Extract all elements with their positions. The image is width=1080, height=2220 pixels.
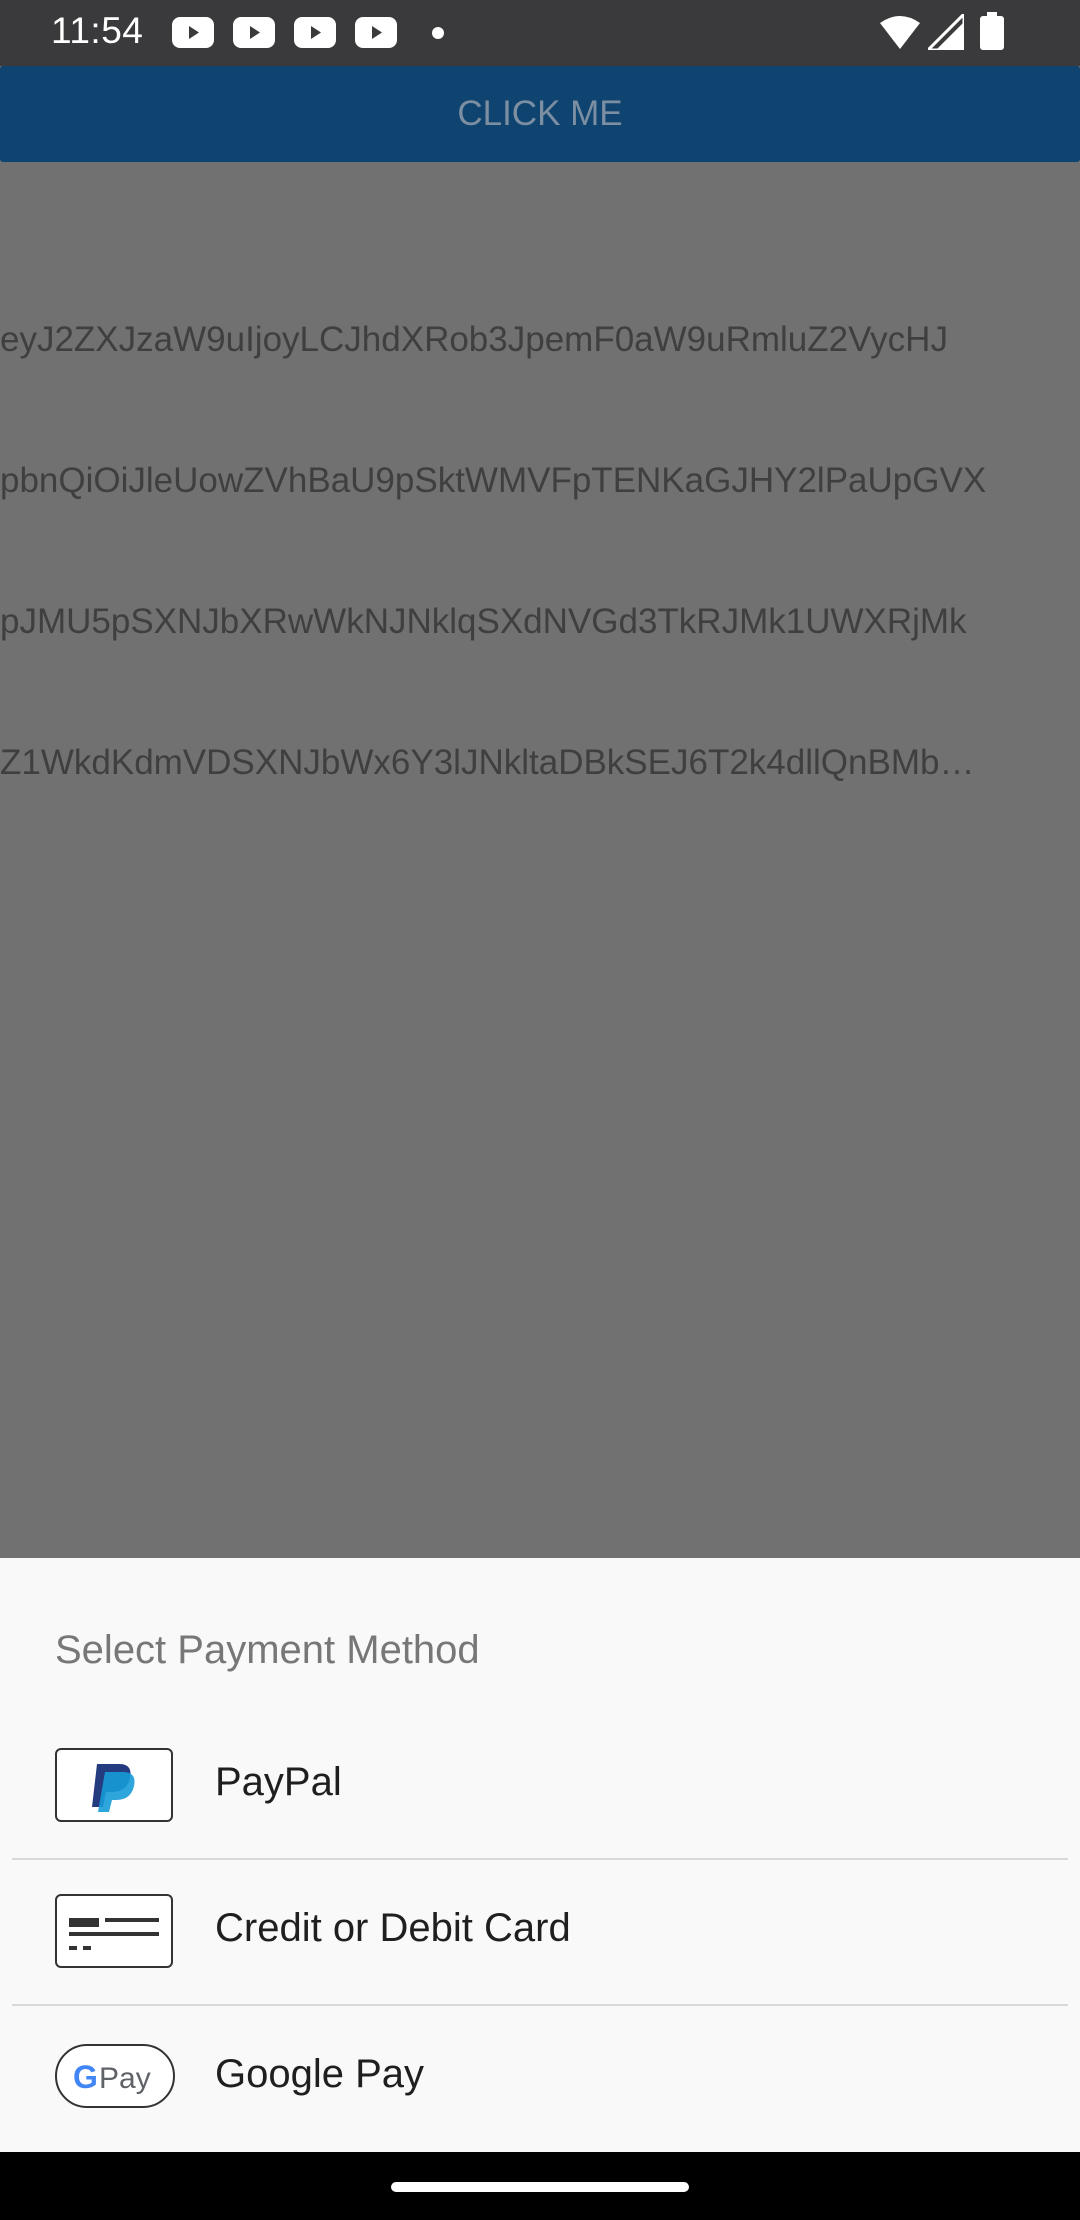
- svg-text:Pay: Pay: [99, 2062, 151, 2095]
- youtube-icon: [355, 17, 397, 48]
- sheet-title: Select Payment Method: [55, 1628, 480, 1672]
- status-bar: 11:54: [0, 0, 1080, 66]
- option-label: Credit or Debit Card: [215, 1906, 571, 1950]
- wifi-icon: [880, 16, 920, 49]
- payment-option-card[interactable]: Credit or Debit Card: [0, 1858, 1080, 2004]
- home-handle[interactable]: [391, 2182, 689, 2192]
- option-label: PayPal: [215, 1760, 342, 1804]
- youtube-icon: [294, 17, 336, 48]
- payment-option-paypal[interactable]: PayPal: [0, 1712, 1080, 1858]
- notification-dot-icon: [432, 27, 444, 39]
- token-line: pbnQiOiJleUowZVhBaU9pSktWMVFpTENKaGJHY2l…: [0, 461, 987, 500]
- paypal-icon: [55, 1748, 173, 1822]
- click-me-button[interactable]: CLICK ME: [0, 66, 1080, 162]
- battery-icon: [980, 12, 1004, 50]
- payment-method-sheet: Select Payment Method PayPal Credit or D…: [0, 1558, 1080, 2152]
- token-text: eyJ2ZXJzaW9uIjoyLCJhdXRob3JpemF0aW9uRmlu…: [0, 222, 1080, 833]
- payment-option-google-pay[interactable]: G Pay Google Pay: [0, 2004, 1080, 2150]
- status-time: 11:54: [51, 10, 144, 51]
- svg-text:G: G: [73, 2059, 98, 2095]
- token-line: Z1WkdKdmVDSXNJbWx6Y3lJNkltaDBkSEJ6T2k4dl…: [0, 743, 975, 782]
- token-line: pJMU5pSXNJbXRwWkNJNklqSXdNVGd3TkRJMk1UWX…: [0, 602, 967, 641]
- token-line: eyJ2ZXJzaW9uIjoyLCJhdXRob3JpemF0aW9uRmlu…: [0, 320, 948, 359]
- credit-card-icon: [55, 1894, 173, 1968]
- youtube-icon: [172, 17, 214, 48]
- option-label: Google Pay: [215, 2052, 425, 2096]
- google-pay-icon: G Pay: [55, 2044, 175, 2108]
- navigation-bar: [0, 2152, 1080, 2220]
- youtube-icon: [233, 17, 275, 48]
- signal-icon: [928, 14, 964, 50]
